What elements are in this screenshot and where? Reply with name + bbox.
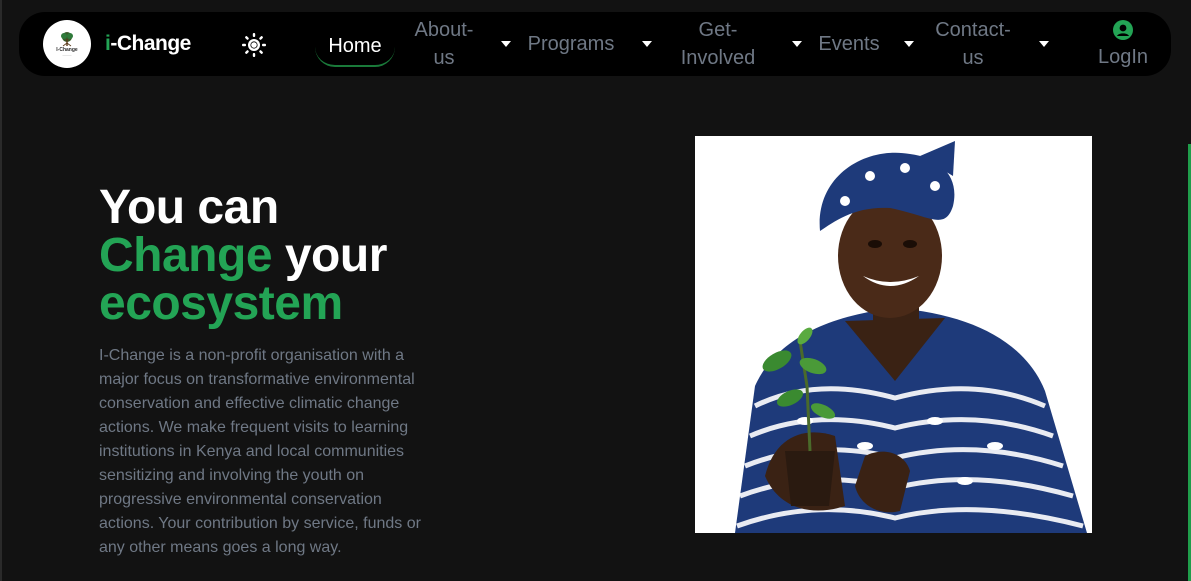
- nav-about-line1: About-: [414, 19, 474, 41]
- programs-dropdown-caret-icon[interactable]: [642, 41, 652, 47]
- logo[interactable]: I-Change ———: [43, 20, 91, 68]
- brand-rest: -Change: [110, 32, 191, 55]
- nav-contact-line1: Contact-: [935, 19, 1011, 41]
- hero-change-word: Change: [99, 229, 273, 282]
- sun-icon: [242, 33, 266, 57]
- nav-events-link[interactable]: Events: [813, 30, 885, 58]
- nav-contact-line2: us: [962, 47, 984, 69]
- nav-get-involved-line2: Involved: [680, 47, 756, 69]
- hero-headline: You can Change your ecosystem: [99, 184, 387, 328]
- hero-photo: [695, 136, 1092, 533]
- nav-get-involved-link[interactable]: Get- Involved: [675, 16, 761, 72]
- get-involved-dropdown-caret-icon[interactable]: [792, 41, 802, 47]
- user-circle-icon: [1113, 20, 1133, 40]
- hero-line1: You can: [99, 181, 279, 234]
- nav-about-line2: us: [433, 47, 455, 69]
- nav-programs-link[interactable]: Programs: [523, 30, 619, 58]
- login-label: LogIn: [1097, 46, 1149, 68]
- contact-us-dropdown-caret-icon[interactable]: [1039, 41, 1049, 47]
- page-left-edge: [0, 0, 2, 581]
- about-us-dropdown-caret-icon[interactable]: [501, 41, 511, 47]
- logo-subtext: ———: [62, 53, 72, 57]
- nav-home-link[interactable]: Home: [315, 27, 395, 67]
- nav-about-us-link[interactable]: About- us: [409, 16, 479, 72]
- hero-your-word: your: [284, 229, 388, 282]
- nav-contact-us-link[interactable]: Contact- us: [927, 16, 1019, 72]
- events-dropdown-caret-icon[interactable]: [904, 41, 914, 47]
- hero-ecosystem-word: ecosystem: [99, 277, 343, 330]
- tree-icon: [61, 32, 73, 47]
- hero-description: I-Change is a non-profit organisation wi…: [99, 347, 421, 556]
- login-button[interactable]: LogIn: [1091, 20, 1155, 69]
- navbar: I-Change ——— i-Change Home About- us Pro…: [19, 12, 1171, 76]
- woman-holding-seedling-illustration: [735, 141, 1087, 533]
- nav-get-involved-line1: Get-: [698, 19, 738, 41]
- theme-toggle-button[interactable]: [241, 32, 267, 58]
- brand-name[interactable]: i-Change: [105, 32, 191, 56]
